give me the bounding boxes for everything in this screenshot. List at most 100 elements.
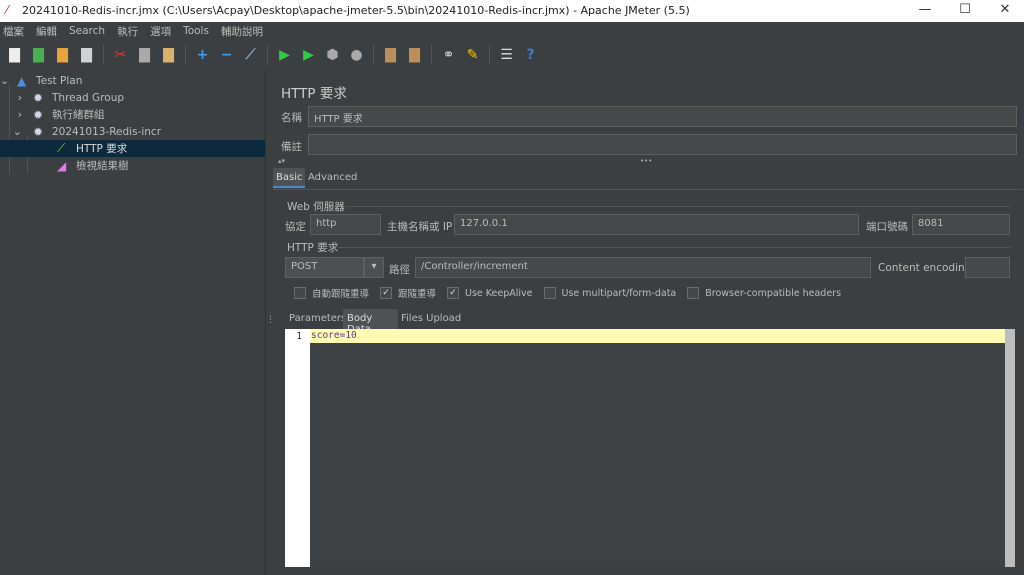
menu-bar: 檔案 編輯 Search 執行 選項 Tools 輔助說明 [0,22,1024,40]
current-line-highlight [310,329,1005,343]
checkbox-label: 跟隨重導 [398,289,437,300]
function-helper-icon[interactable]: ☰ [497,46,516,65]
tree-node[interactable]: › ✹ Thread Group [0,89,124,106]
toolbar-separator [431,45,432,65]
content-encoding-label: Content encoding: [878,262,975,274]
maximize-button[interactable]: ☐ [950,2,980,17]
checkbox[interactable] [294,287,306,299]
search-icon[interactable]: ⚭ [439,46,458,65]
save-icon[interactable]: ▇ [77,46,96,65]
method-select[interactable]: POST [285,257,364,278]
stop-icon[interactable]: ⬢ [323,46,342,65]
menu-0[interactable]: 檔案 [3,24,24,39]
checkbox-option[interactable]: 自動跟隨重導 [294,286,369,300]
port-label: 端口號碼 [866,221,908,233]
tree-node[interactable]: ⌄ ▲ Test Plan [0,72,82,89]
chevron-down-icon[interactable]: ▾ [364,257,384,278]
toolbar-separator [103,45,104,65]
host-field[interactable]: 127.0.0.1 [454,214,859,235]
checkbox[interactable]: ✓ [380,287,393,299]
start-icon[interactable]: ▶ [275,46,294,65]
expand-arrow-icon[interactable]: ⌄ [0,74,9,87]
gear-icon: ✹ [33,107,44,122]
splitter-handle[interactable]: ⋮ [266,70,275,575]
port-field[interactable]: 8081 [912,214,1010,235]
menu-6[interactable]: 輔助說明 [221,24,263,39]
menu-5[interactable]: Tools [183,25,209,37]
shutdown-icon[interactable]: ● [347,46,366,65]
expand-icon[interactable]: + [193,46,212,65]
clear-all-icon[interactable]: ▇ [405,46,424,65]
flask-icon: ▲ [17,73,27,88]
checkbox[interactable]: ✓ [447,287,460,299]
help-icon[interactable]: ? [521,46,540,65]
line-number: 1 [296,331,302,342]
tree-node[interactable]: ⌄ ✹ 20241013-Redis-incr [0,123,161,140]
protocol-label: 協定 [285,221,306,233]
tree-node[interactable]: ◢ 檢視結果樹 [0,157,129,174]
close-button[interactable]: ✕ [990,2,1020,17]
collapse-arrow-icon[interactable]: › [0,108,22,121]
copy-icon[interactable]: ▇ [135,46,154,65]
checkbox-option[interactable]: ✓ Use KeepAlive [447,286,533,300]
collapse-icon[interactable]: − [217,46,236,65]
group-border [338,247,1010,248]
host-label: 主機名稱或 IP [387,221,453,233]
name-field[interactable]: HTTP 要求 [308,106,1017,127]
toolbar-separator [185,45,186,65]
jmeter-logo-icon: ⁄ [6,3,9,17]
vertical-splitter[interactable]: ▴▾ ••• [276,157,1017,165]
test-plan-tree: ⌄ ▲ Test Plan › ✹ Thread Group › ✹ 執行緒群組 ⌄ ✹ 202410… [0,70,266,575]
start-no-pause-icon[interactable]: ▶ [299,46,318,65]
menu-4[interactable]: 選項 [150,24,171,39]
tab-divider [273,189,1023,190]
tree-node-label: 執行緒群組 [52,109,105,121]
tab-basic[interactable]: Basic [273,168,305,188]
line-number-gutter [285,329,310,567]
tree-node-label: 檢視結果樹 [76,160,129,172]
toolbar-separator [373,45,374,65]
checkbox[interactable] [543,287,556,299]
toggle-icon[interactable]: ⟋ [241,46,260,65]
menu-2[interactable]: Search [69,25,105,37]
path-label: 路徑 [389,264,410,276]
chart-icon: ◢ [57,158,67,173]
templates-icon[interactable]: ▇ [29,46,48,65]
tree-node-label: Test Plan [36,74,83,87]
group-border [345,206,1010,207]
minimize-button[interactable]: — [910,2,940,17]
body-text[interactable]: score=10 [311,330,357,341]
expand-arrow-icon[interactable]: ⌄ [0,125,22,138]
checkbox-option[interactable]: ✓ 跟隨重導 [380,286,436,300]
protocol-field[interactable]: http [310,214,381,235]
tree-node[interactable]: › ✹ 執行緒群組 [0,106,105,123]
toolbar-separator [489,45,490,65]
subtab-parameters[interactable]: Parameters [289,313,346,324]
path-field[interactable]: /Controller/increment [415,257,871,278]
subtab-body-data[interactable]: Body Data [343,309,398,335]
body-data-editor[interactable]: 1 score=10 [285,329,1015,567]
tree-node[interactable]: ⟋ HTTP 要求 [0,140,265,157]
gear-icon: ✹ [33,90,44,105]
tree-node-label: HTTP 要求 [76,143,128,155]
paste-icon[interactable]: ▇ [159,46,178,65]
menu-3[interactable]: 執行 [117,24,138,39]
checkbox-option[interactable]: Browser-compatible headers [687,286,841,300]
clear-icon[interactable]: ▇ [381,46,400,65]
open-icon[interactable]: ▇ [53,46,72,65]
name-label: 名稱 [281,112,302,124]
menu-1[interactable]: 編輯 [36,24,57,39]
comment-field[interactable] [308,134,1017,155]
checkbox-option[interactable]: Use multipart/form-data [543,286,677,300]
editor-scrollbar[interactable] [1005,329,1015,567]
checkbox-label: Use multipart/form-data [561,287,677,299]
new-icon[interactable]: ▇ [5,46,24,65]
collapse-arrow-icon[interactable]: › [0,91,22,104]
reset-search-icon[interactable]: ✎ [463,46,482,65]
tab-advanced[interactable]: Advanced [308,172,357,183]
content-encoding-field[interactable] [965,257,1010,278]
subtab-files-upload[interactable]: Files Upload [401,313,461,324]
cut-icon[interactable]: ✂ [111,46,130,65]
panel-title: HTTP 要求 [281,86,347,102]
checkbox[interactable] [687,287,700,299]
